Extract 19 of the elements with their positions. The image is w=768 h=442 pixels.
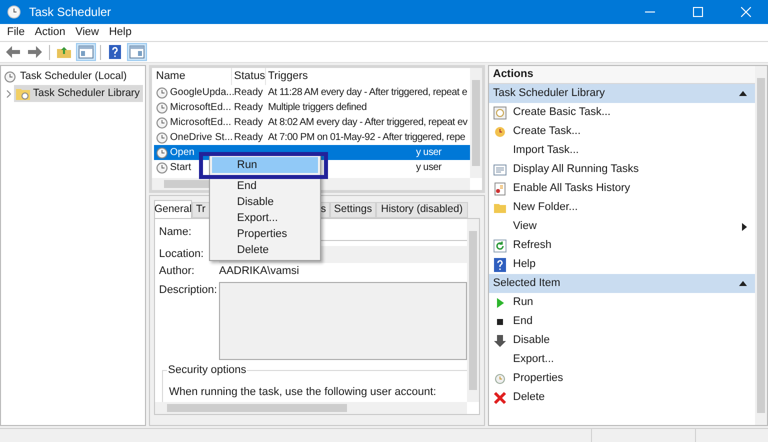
field-label: Location: [159,247,205,262]
field-label: Author: [159,264,196,280]
table-cell: Multiple triggers defined [268,102,367,113]
field-label: Name: [159,224,192,240]
table-cell: At 8:02 AM every day - After triggered, repeat ev [268,117,468,128]
table-cell: y user [416,147,442,158]
table-cell: At 7:00 PM on 01-May-92 - After triggered, repe [268,132,466,143]
group-title: Security options [167,364,248,377]
pane-header: Actions [489,66,755,84]
security-text: When running the task, use the following user account: [169,386,436,398]
table-cell: Ready [234,102,263,113]
table-cell: Ready [234,132,263,143]
table-cell: y user [416,162,442,173]
field-label: Description: [159,283,218,298]
author-value: AADRIKA\vamsi [219,264,300,280]
table-cell: Ready [234,117,263,128]
table-cell: Ready [234,87,263,98]
table-cell: At 11:28 AM every day - After triggered, repeat e [268,87,468,98]
window-title: Task Scheduler [29,4,112,21]
